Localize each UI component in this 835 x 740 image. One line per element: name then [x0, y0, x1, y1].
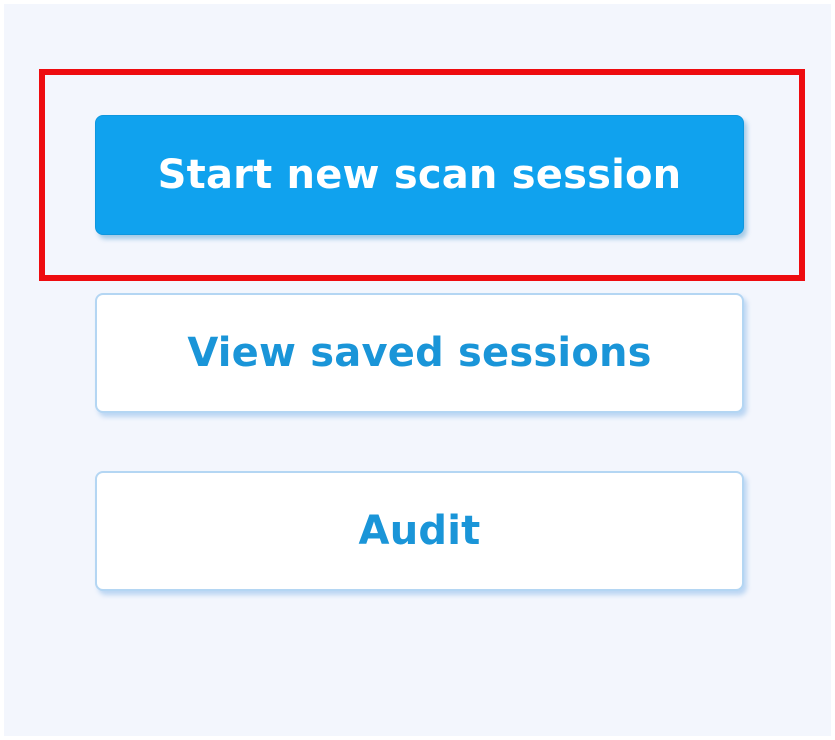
start-new-scan-session-button[interactable]: Start new scan session: [95, 115, 744, 235]
view-saved-sessions-button[interactable]: View saved sessions: [95, 293, 744, 413]
view-saved-sessions-label: View saved sessions: [187, 330, 652, 376]
audit-label: Audit: [358, 508, 481, 554]
audit-button[interactable]: Audit: [95, 471, 744, 591]
start-new-scan-session-label: Start new scan session: [157, 152, 682, 198]
